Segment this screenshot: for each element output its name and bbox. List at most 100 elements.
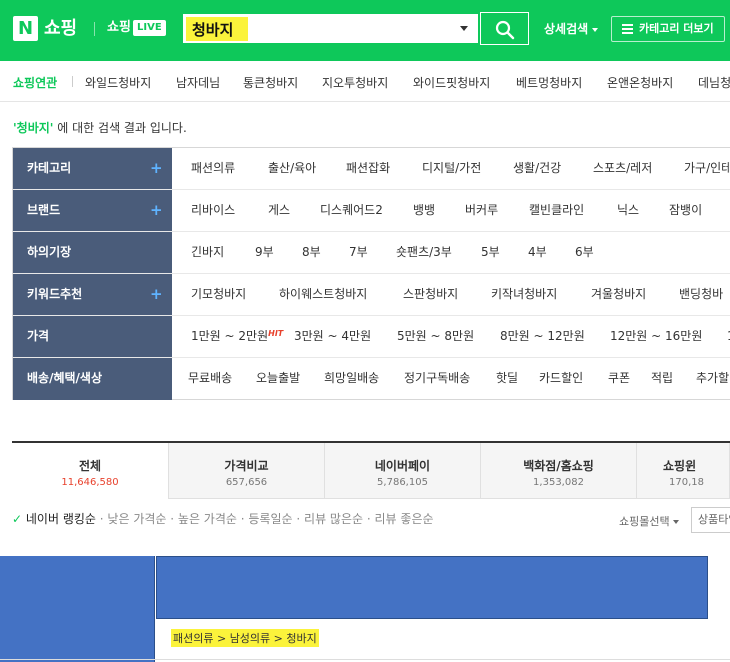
filter-option[interactable]: 생활/건강 xyxy=(513,148,561,189)
related-keyword[interactable]: 남자데님 xyxy=(176,74,220,91)
search-box xyxy=(181,12,480,45)
sort-option[interactable]: 리뷰 많은순 xyxy=(304,512,363,526)
filter-option[interactable]: 패션잡화 xyxy=(346,148,390,189)
tab-count: 170,18 xyxy=(669,477,704,488)
search-result-message: '청바지' 에 대한 검색 결과 입니다. xyxy=(13,119,187,136)
filter-option[interactable]: 게스 xyxy=(268,190,290,231)
search-button[interactable] xyxy=(480,12,529,45)
filter-option[interactable]: 리바이스 xyxy=(191,190,235,231)
filter-option[interactable]: 키작녀청바지 xyxy=(491,274,557,315)
filter-option[interactable]: 스포츠/레저 xyxy=(593,148,652,189)
filter-option[interactable]: 디지털/가전 xyxy=(422,148,481,189)
result-keyword: '청바지' xyxy=(13,121,54,135)
related-keyword[interactable]: 온앤온청바지 xyxy=(607,74,673,91)
filter-option[interactable]: 패션의류 xyxy=(191,148,235,189)
product-title-area[interactable] xyxy=(156,556,708,619)
expand-plus-icon[interactable]: + xyxy=(150,274,163,315)
logo-divider xyxy=(94,22,95,36)
tab-label: 쇼핑윈 xyxy=(663,459,697,473)
related-keyword[interactable]: 통큰청바지 xyxy=(243,74,298,91)
related-keywords-bar: 쇼핑연관 와일드청바지 남자데님 통큰청바지 지오투청바지 와이드핏청바지 베트… xyxy=(0,61,730,102)
filter-option[interactable]: 하이웨스트청바지 xyxy=(279,274,367,315)
filter-option[interactable]: 디스퀘어드2 xyxy=(320,190,383,231)
list-icon xyxy=(622,24,633,34)
sort-option[interactable]: 높은 가격순 xyxy=(178,512,237,526)
filter-option[interactable]: 출산/육아 xyxy=(268,148,316,189)
expand-plus-icon[interactable]: + xyxy=(150,148,163,189)
filter-option[interactable]: 긴바지 xyxy=(191,232,224,273)
filter-option[interactable]: 추가할 xyxy=(696,358,729,399)
tab-price-compare[interactable]: 가격비교 657,656 xyxy=(169,443,325,499)
filter-option[interactable]: 오늘출발 xyxy=(256,358,300,399)
filter-option[interactable]: 5부 xyxy=(481,232,500,273)
product-thumbnail[interactable] xyxy=(0,556,155,662)
filter-option[interactable]: 정기구독배송 xyxy=(404,358,470,399)
filter-option[interactable]: 1만원 ~ 2만원HIT xyxy=(191,316,283,357)
filter-option[interactable]: 쿠폰 xyxy=(608,358,630,399)
filter-option[interactable]: 기모청바지 xyxy=(191,274,246,315)
expand-plus-icon[interactable]: + xyxy=(150,190,163,231)
filter-label: 배송/혜택/색상 xyxy=(13,358,172,400)
related-keyword[interactable]: 지오투청바지 xyxy=(322,74,388,91)
chevron-down-icon xyxy=(672,520,679,524)
filter-option[interactable]: 7부 xyxy=(349,232,368,273)
live-badge[interactable]: LIVE xyxy=(133,20,166,36)
mall-select-dropdown[interactable]: 쇼핑몰선택 xyxy=(619,513,679,529)
naver-logo-icon[interactable]: N xyxy=(13,16,38,41)
filter-label: 브랜드 + xyxy=(13,190,172,231)
product-category-breadcrumb[interactable]: 패션의류 > 남성의류 > 청바지 xyxy=(171,629,319,647)
tab-department-store[interactable]: 백화점/홈쇼핑 1,353,082 xyxy=(481,443,637,499)
filter-row-brand: 브랜드 + 리바이스 게스 디스퀘어드2 뱅뱅 버커루 캘빈클라인 닉스 잠뱅이 xyxy=(13,190,730,232)
sort-separator: · xyxy=(170,512,178,526)
filter-option[interactable]: 캘빈클라인 xyxy=(529,190,584,231)
sort-option[interactable]: 등록일순 xyxy=(248,512,292,526)
filter-option[interactable]: 가구/인테 xyxy=(684,148,730,189)
related-keyword[interactable]: 와이드핏청바지 xyxy=(413,74,490,91)
filter-row-price: 가격 1만원 ~ 2만원HIT 3만원 ~ 4만원 5만원 ~ 8만원 8만원 … xyxy=(13,316,730,358)
detail-search-button[interactable]: 상세검색 xyxy=(544,21,599,37)
filter-option[interactable]: 4부 xyxy=(528,232,547,273)
related-divider xyxy=(72,76,73,87)
tab-shopping-window[interactable]: 쇼핑윈 170,18 xyxy=(637,443,730,499)
tab-all[interactable]: 전체 11,646,580 xyxy=(12,443,169,499)
autocomplete-toggle-icon[interactable] xyxy=(460,26,468,31)
filter-option[interactable]: 9부 xyxy=(255,232,274,273)
product-type-select[interactable]: 상품타입 xyxy=(691,507,730,533)
filter-option[interactable]: 무료배송 xyxy=(188,358,232,399)
filter-option[interactable]: 겨울청바지 xyxy=(591,274,646,315)
filter-option[interactable]: 숏팬츠/3부 xyxy=(396,232,452,273)
shopping-live-text[interactable]: 쇼핑 xyxy=(107,18,131,38)
tab-label: 가격비교 xyxy=(224,459,269,473)
tab-label: 전체 xyxy=(78,459,102,473)
filter-option[interactable]: 적립 xyxy=(651,358,673,399)
filter-option[interactable]: 희망일배송 xyxy=(324,358,379,399)
result-tabs: 전체 11,646,580 가격비교 657,656 네이버페이 5,786,1… xyxy=(12,441,730,499)
sort-option[interactable]: 리뷰 좋은순 xyxy=(375,512,434,526)
filter-option[interactable]: 닉스 xyxy=(617,190,639,231)
filter-option[interactable]: 5만원 ~ 8만원 xyxy=(397,316,474,357)
filter-option[interactable]: 스판청바지 xyxy=(403,274,458,315)
filter-option[interactable]: 핫딜 xyxy=(496,358,518,399)
sort-option[interactable]: 낮은 가격순 xyxy=(107,512,166,526)
filter-option[interactable]: 밴딩청바 xyxy=(679,274,723,315)
filter-option[interactable]: 8부 xyxy=(302,232,321,273)
filter-label: 하의기장 xyxy=(13,232,172,273)
filter-option[interactable]: 3만원 ~ 4만원 xyxy=(294,316,371,357)
filter-option[interactable]: 뱅뱅 xyxy=(413,190,435,231)
filter-option[interactable]: 카드할인 xyxy=(539,358,583,399)
filter-label: 가격 xyxy=(13,316,172,357)
related-keyword[interactable]: 베트멍청바지 xyxy=(516,74,582,91)
tab-naverpay[interactable]: 네이버페이 5,786,105 xyxy=(325,443,481,499)
tab-count: 1,353,082 xyxy=(533,477,584,488)
filter-option[interactable]: 버커루 xyxy=(465,190,498,231)
filter-option[interactable]: 잠뱅이 xyxy=(669,190,702,231)
filter-option[interactable]: 12만원 ~ 16만원 xyxy=(610,316,702,357)
filter-option[interactable]: 6부 xyxy=(575,232,594,273)
search-input[interactable] xyxy=(186,17,248,41)
shopping-logo-text[interactable]: 쇼핑 xyxy=(44,16,77,41)
sort-option[interactable]: 네이버 랭킹순 xyxy=(26,512,96,526)
related-keyword[interactable]: 와일드청바지 xyxy=(85,74,151,91)
filter-option[interactable]: 8만원 ~ 12만원 xyxy=(500,316,585,357)
category-more-button[interactable]: 카테고리 더보기 xyxy=(611,16,725,42)
related-keyword[interactable]: 데님청 xyxy=(698,74,730,91)
